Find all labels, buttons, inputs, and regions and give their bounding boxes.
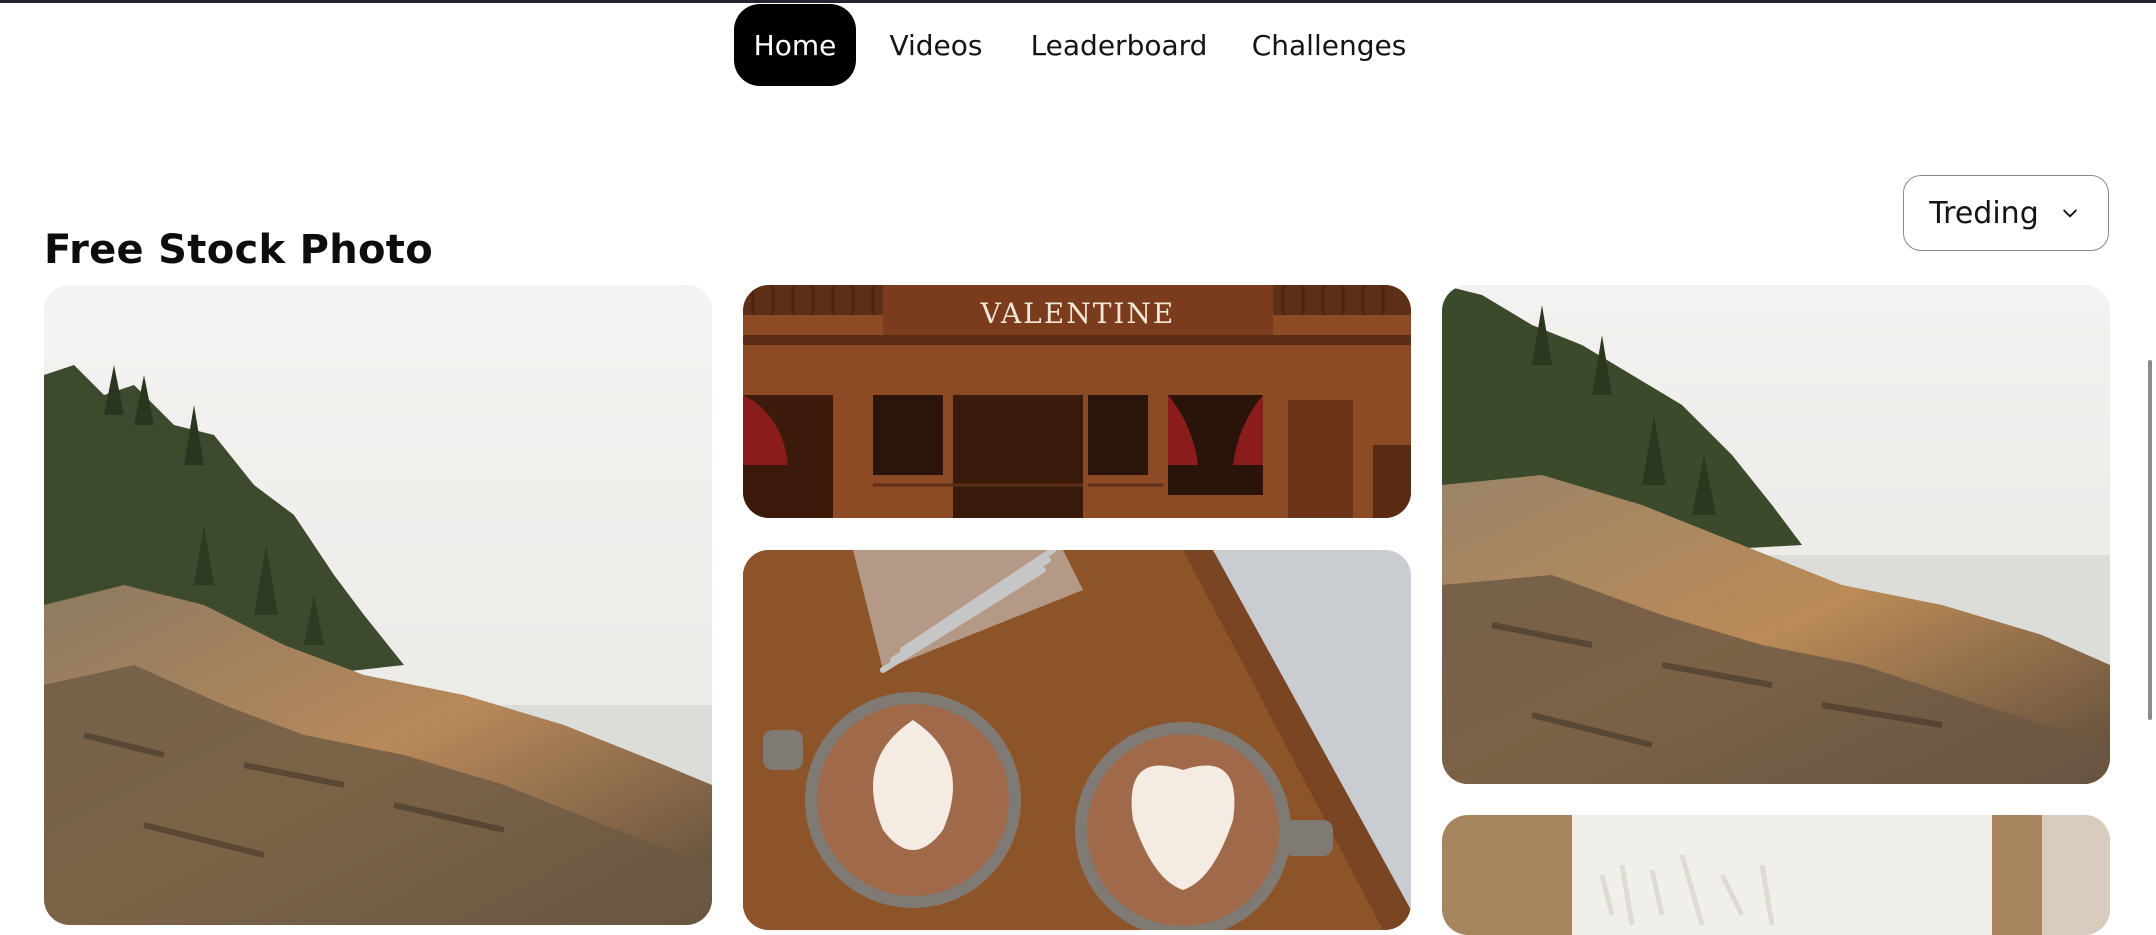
sort-dropdown[interactable]: Treding: [1903, 175, 2109, 251]
nav-item-challenges[interactable]: Challenges: [1252, 4, 1407, 86]
nav-item-videos[interactable]: Videos: [880, 4, 992, 86]
photo-card-rocky-coast-left[interactable]: [44, 285, 712, 925]
main-nav: Home Videos Leaderboard Challenges: [0, 0, 2156, 95]
saloon-sign-text: VALENTINE: [980, 297, 1176, 330]
rocky-coast-image: [1442, 285, 2110, 784]
photo-card-saloon[interactable]: VALENTINE: [743, 285, 1411, 518]
nav-item-home[interactable]: Home: [734, 4, 856, 86]
photo-card-rocky-coast-right[interactable]: [1442, 285, 2110, 784]
photo-card-canvas[interactable]: [1442, 815, 2110, 935]
nav-item-leaderboard[interactable]: Leaderboard: [1026, 4, 1212, 86]
section-title: Free Stock Photo: [44, 226, 433, 273]
chevron-down-icon: [2057, 200, 2083, 226]
saloon-image: VALENTINE: [743, 285, 1411, 518]
photo-card-latte[interactable]: [743, 550, 1411, 930]
latte-image: [743, 550, 1411, 930]
canvas-image: [1442, 815, 2110, 935]
rocky-coast-image: [44, 285, 712, 925]
page-scrollbar[interactable]: [2148, 360, 2152, 720]
sort-dropdown-value: Treding: [1929, 195, 2039, 231]
